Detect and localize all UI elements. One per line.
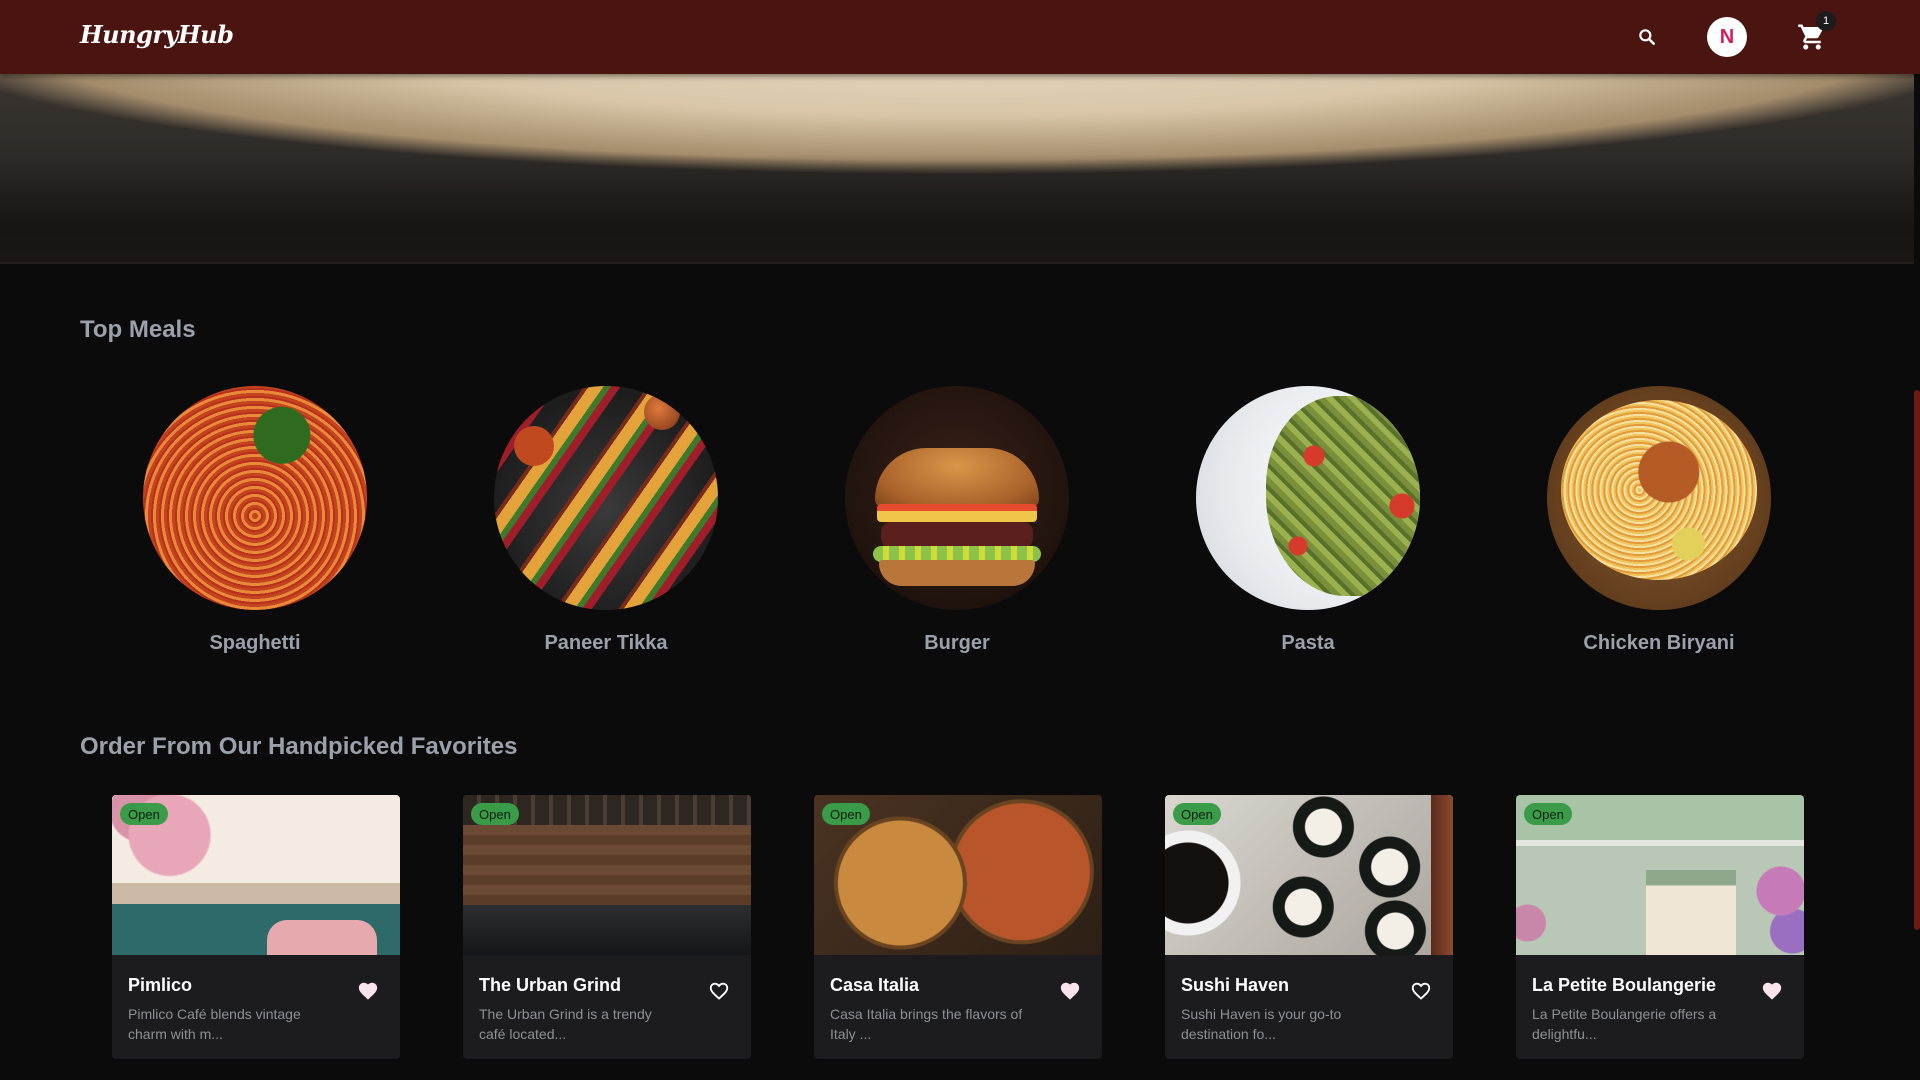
top-meals-heading: Top Meals (80, 316, 196, 343)
restaurant-description: Sushi Haven is your go-to destination fo… (1181, 1006, 1342, 1042)
favorite-button[interactable] (703, 975, 735, 1007)
meal-image (1547, 386, 1771, 610)
restaurant-description: Casa Italia brings the flavors of Italy … (830, 1006, 1023, 1042)
meal-name: Paneer Tikka (544, 632, 668, 654)
favorite-button[interactable] (1054, 975, 1086, 1007)
heart-filled-icon (1762, 982, 1782, 1000)
favorites-heading: Order From Our Handpicked Favorites (80, 733, 518, 760)
heart-filled-icon (1060, 982, 1080, 1000)
meal-item-burger[interactable]: Burger (807, 386, 1107, 666)
user-avatar[interactable]: N (1707, 17, 1747, 57)
restaurant-name: La Petite Boulangerie (1532, 975, 1717, 995)
meal-image (143, 386, 367, 610)
meal-item-pasta[interactable]: Pasta (1158, 386, 1458, 666)
restaurant-card-pimlico[interactable]: Open Pimlico Pimlico Café blends vintage… (112, 795, 400, 1059)
restaurant-name: Casa Italia (830, 975, 920, 995)
search-icon (1639, 29, 1655, 45)
top-navbar: HungryHub N 1 (0, 0, 1920, 74)
hero-divider (0, 262, 1920, 264)
burger-cheese (877, 504, 1037, 522)
status-badge: Open (1173, 803, 1221, 825)
status-badge: Open (120, 803, 168, 825)
status-badge: Open (471, 803, 519, 825)
burger-patty (881, 522, 1033, 548)
search-button[interactable] (1632, 22, 1662, 52)
burger-bun-bottom (879, 560, 1035, 586)
restaurant-card-sushi-haven[interactable]: Open Sushi Haven Sushi Haven is your go-… (1165, 795, 1453, 1059)
pasta-pile (1266, 396, 1420, 596)
meal-item-paneer-tikka[interactable]: Paneer Tikka (456, 386, 756, 666)
meal-item-chicken-biryani[interactable]: Chicken Biryani (1509, 386, 1809, 666)
restaurant-card-la-petite-boulangerie[interactable]: Open La Petite Boulangerie La Petite Bou… (1516, 795, 1804, 1059)
restaurant-card-the-urban-grind[interactable]: Open The Urban Grind The Urban Grind is … (463, 795, 751, 1059)
restaurant-name: Pimlico (128, 975, 193, 995)
restaurant-card-casa-italia[interactable]: Open Casa Italia Casa Italia brings the … (814, 795, 1102, 1059)
restaurant-description: Pimlico Café blends vintage charm with m… (128, 1006, 301, 1042)
favorite-button[interactable] (1756, 975, 1788, 1007)
meal-image (494, 386, 718, 610)
hero-banner-image (0, 74, 1920, 264)
restaurant-name: Sushi Haven (1181, 975, 1290, 995)
meal-image (845, 386, 1069, 610)
restaurant-name: The Urban Grind (479, 975, 622, 995)
cart-count-badge: 1 (1816, 11, 1836, 31)
scrollbar-thumb[interactable] (1914, 390, 1920, 930)
meal-name: Spaghetti (209, 632, 301, 654)
meal-name: Pasta (1281, 632, 1335, 654)
status-badge: Open (1524, 803, 1572, 825)
logo[interactable]: HungryHub (80, 20, 234, 49)
heart-outline-icon (1411, 982, 1431, 1000)
meal-name: Burger (924, 632, 990, 654)
favorite-button[interactable] (352, 975, 384, 1007)
favorite-button[interactable] (1405, 975, 1437, 1007)
status-badge: Open (822, 803, 870, 825)
burger-bun-top (875, 448, 1039, 508)
meal-item-spaghetti[interactable]: Spaghetti (105, 386, 405, 666)
restaurant-description: La Petite Boulangerie offers a delightfu… (1532, 1006, 1717, 1042)
heart-outline-icon (709, 982, 729, 1000)
biryani-rice (1561, 400, 1757, 580)
meal-image (1196, 386, 1420, 610)
heart-filled-icon (358, 982, 378, 1000)
meal-name: Chicken Biryani (1583, 632, 1735, 654)
restaurant-description: The Urban Grind is a trendy café located… (479, 1006, 652, 1042)
